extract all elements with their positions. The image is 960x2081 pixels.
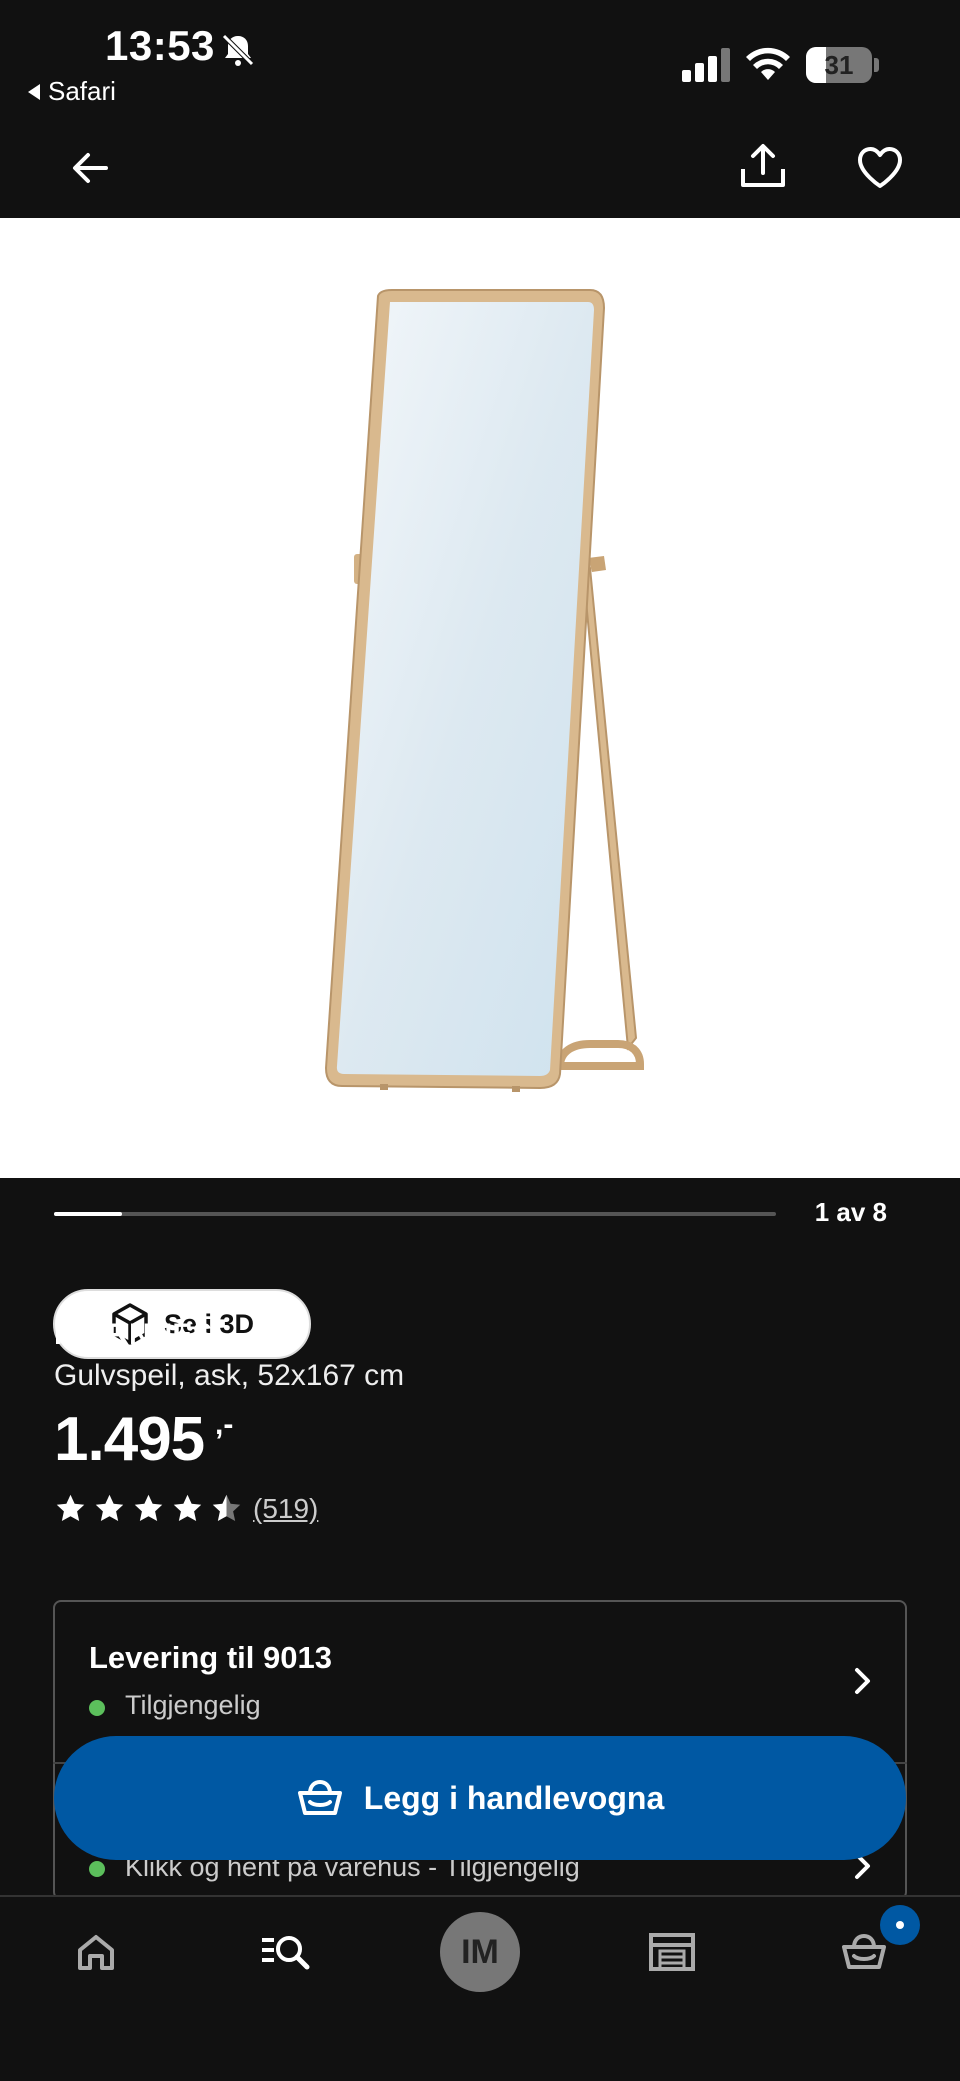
star-icon [212,1494,241,1522]
battery-percent: 31 [824,50,854,80]
back-app-label: Safari [48,76,116,106]
rating-stars[interactable] [54,1492,243,1525]
top-navigation [0,120,960,218]
wifi-icon [746,47,790,80]
favorite-button[interactable] [850,138,910,198]
cart-badge-dot [896,1921,904,1929]
cellular-signal-icon [682,48,730,82]
profile-avatar[interactable]: IM [440,1912,520,1992]
back-to-safari[interactable]: Safari [28,76,116,107]
share-button[interactable] [733,136,793,196]
cart-basket-icon [842,1933,886,1969]
available-dot-icon [89,1700,105,1716]
add-to-cart-button[interactable]: Legg i handlevogna [54,1736,906,1860]
product-price: 1.495 [54,1405,205,1474]
battery-indicator: 31 [806,47,872,83]
nav-home[interactable] [64,1920,128,1984]
arrow-left-icon [73,153,108,183]
heart-icon [858,147,902,188]
image-counter: 1 av 8 [814,1197,887,1227]
battery-cap [874,58,879,72]
delivery-status: Tilgjengelig [125,1690,261,1720]
status-time: 13:53 [105,22,215,69]
add-to-cart-label: Legg i handlevogna [363,1779,665,1816]
product-image[interactable]: Se i 3D [0,218,960,1359]
star-icon [173,1494,202,1522]
home-icon [78,1935,114,1970]
product-description: Gulvspeil, ask, 52x167 cm [54,1359,405,1392]
star-icon [134,1494,163,1522]
mirror-illustration [324,289,644,1092]
basket-icon [297,1779,342,1815]
delivery-title[interactable]: Levering til 9013 [89,1640,332,1676]
store-icon [649,1933,695,1971]
bell-muted-icon [222,34,254,66]
product-brand: IKORNNES [54,1318,213,1351]
back-button[interactable] [60,138,120,198]
chevron-right-icon[interactable] [847,1666,877,1696]
image-carousel-progress-fill [54,1212,122,1216]
star-icon [95,1494,124,1522]
status-bar: 13:53 Safari 31 [0,0,960,120]
nav-search[interactable] [254,1920,318,1984]
image-carousel-progress [54,1212,776,1216]
nav-stores[interactable] [640,1920,704,1984]
price-suffix: ,- [215,1408,234,1441]
back-triangle-icon [28,83,40,100]
star-icon [56,1494,85,1522]
available-dot-icon [89,1861,105,1877]
reviews-link[interactable]: (519) [253,1493,318,1525]
search-icon [262,1936,310,1970]
cart-badge [880,1905,920,1945]
share-icon [741,144,785,187]
